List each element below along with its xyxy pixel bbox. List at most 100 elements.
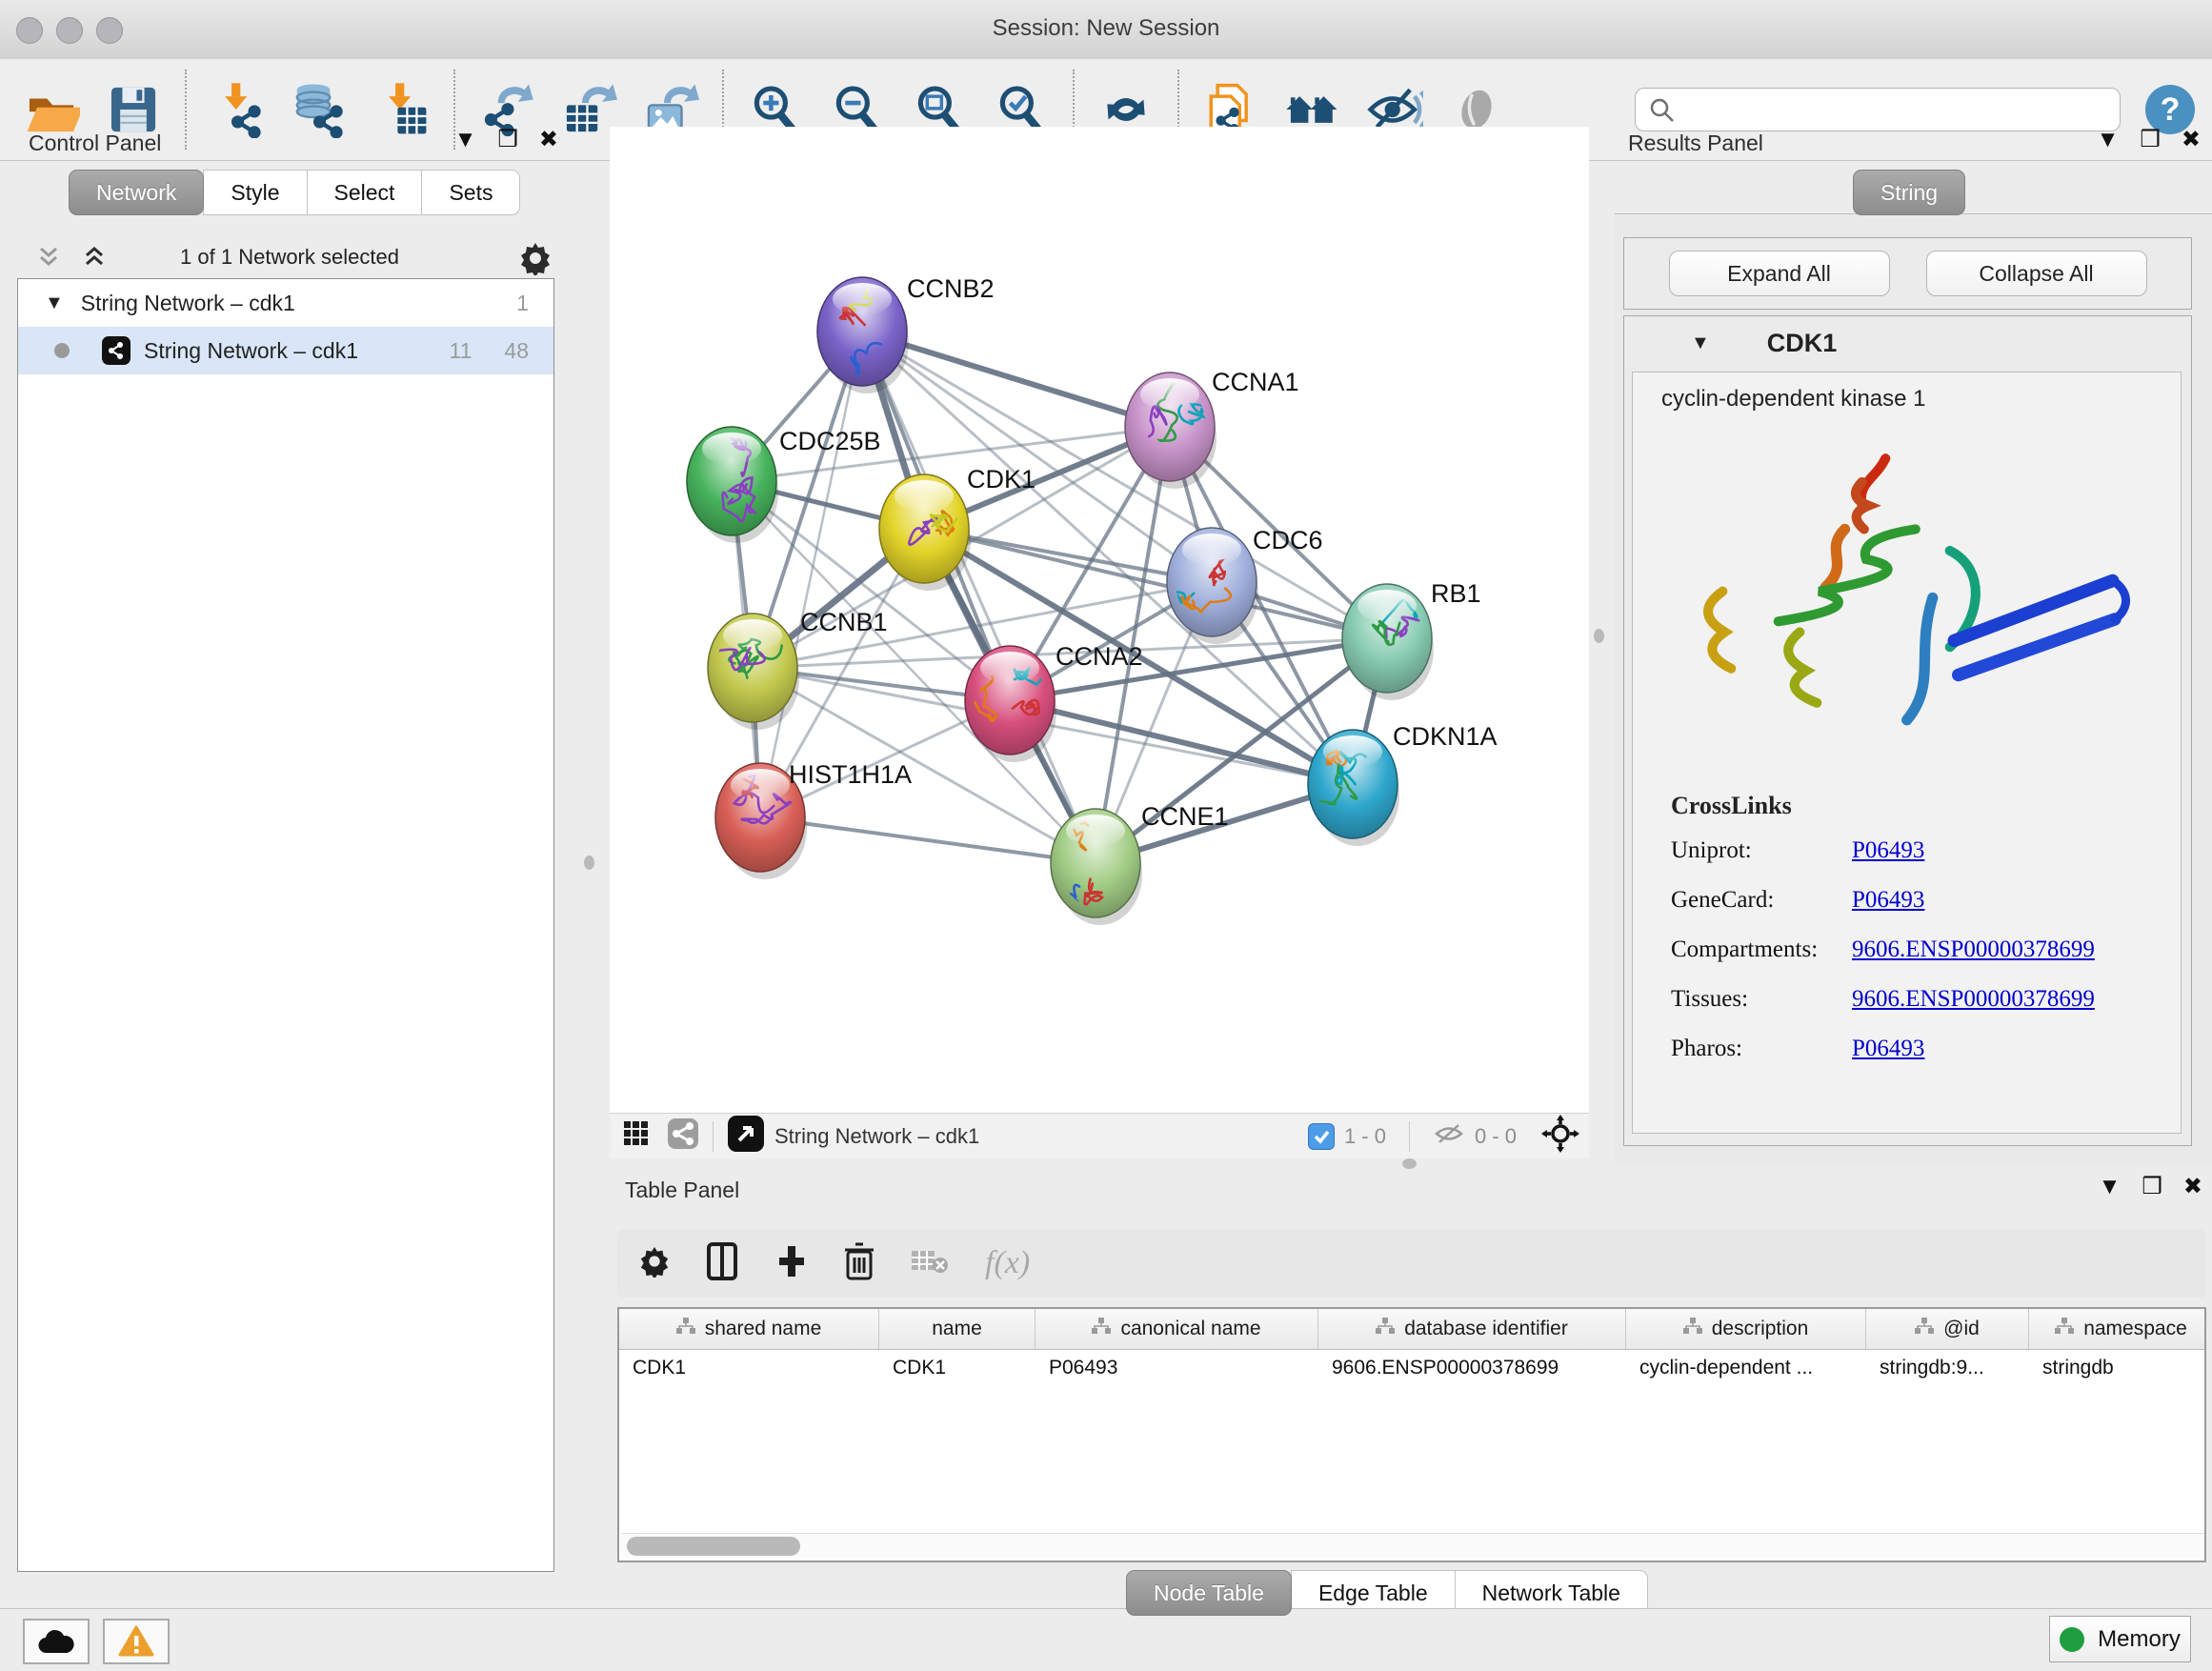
control-panel: Control Panel ▼ ❒ ✖ NetworkStyleSelectSe… (8, 127, 572, 1577)
column-header-name[interactable]: name (879, 1309, 1036, 1349)
column-tree-icon (1683, 1318, 1702, 1340)
hidden-node-edge-counts: 0 - 0 (1475, 1124, 1517, 1149)
cell-canonical-name[interactable]: P06493 (1036, 1350, 1318, 1386)
panel-menu-icon[interactable]: ▼ (454, 129, 477, 151)
bottom-splitter-handle[interactable] (1402, 1158, 1417, 1169)
tab-sets[interactable]: Sets (421, 170, 520, 215)
cell-description[interactable]: cyclin-dependent ... (1626, 1350, 1866, 1386)
warnings-button[interactable] (103, 1619, 170, 1664)
panel-close-icon[interactable]: ✖ (539, 129, 558, 151)
cell-name[interactable]: CDK1 (879, 1350, 1036, 1386)
right-splitter-handle[interactable] (1594, 629, 1604, 643)
column-header-shared-name[interactable]: shared name (619, 1309, 879, 1349)
panel-float-icon[interactable]: ❒ (2140, 129, 2161, 151)
tab-select[interactable]: Select (307, 170, 423, 215)
network-options-gear-icon[interactable] (518, 241, 553, 280)
control-panel-title: Control Panel (29, 131, 161, 156)
cell-shared-name[interactable]: CDK1 (619, 1350, 879, 1386)
crosslink-link[interactable]: P06493 (1852, 837, 1924, 864)
crosslink-link[interactable]: P06493 (1852, 1036, 1924, 1062)
table-row[interactable]: CDK1CDK1P064939606.ENSP00000378699cyclin… (619, 1350, 2204, 1386)
panel-close-icon[interactable]: ✖ (2182, 129, 2201, 151)
grid-view-icon[interactable] (623, 1120, 650, 1153)
edge-CCNB2-HIST1H1A[interactable] (760, 332, 862, 817)
node-label-HIST1H1A: HIST1H1A (789, 760, 912, 789)
selected-checkbox-icon[interactable] (1308, 1123, 1335, 1150)
status-bar: Memory (0, 1608, 2212, 1671)
network-name: String Network – cdk1 (144, 338, 358, 364)
node-CDKN1A[interactable]: CDKN1A (1308, 722, 1498, 846)
edge-HIST1H1A-CCNE1[interactable] (760, 817, 1096, 863)
search-input[interactable] (1635, 88, 2121, 131)
network-list-header: 1 of 1 Network selected (8, 239, 572, 277)
node-CDC25B[interactable]: CDC25B (687, 427, 881, 543)
crosslink-link[interactable]: 9606.ENSP00000378699 (1852, 936, 2095, 963)
node-label-CCNA2: CCNA2 (1056, 642, 1143, 671)
memory-status-dot-icon (2060, 1627, 2084, 1652)
table-options-gear-icon[interactable] (638, 1245, 671, 1282)
tab-node-table[interactable]: Node Table (1126, 1570, 1292, 1616)
crosslink-link[interactable]: 9606.ENSP00000378699 (1852, 986, 2095, 1013)
left-splitter-handle[interactable] (584, 856, 594, 870)
column-header-description[interactable]: description (1626, 1309, 1866, 1349)
delete-table-icon (911, 1247, 949, 1280)
table-hscrollbar-thumb[interactable] (627, 1537, 800, 1556)
delete-column-icon[interactable] (844, 1242, 875, 1285)
table-hscrollbar[interactable] (621, 1533, 2206, 1559)
cloud-button[interactable] (23, 1619, 90, 1664)
collapse-all-button[interactable]: Collapse All (1926, 251, 2147, 296)
column-header-database-identifier[interactable]: database identifier (1318, 1309, 1626, 1349)
node-CCNB1[interactable]: CCNB1 (708, 608, 888, 730)
network-collection-row[interactable]: ▼ String Network – cdk1 1 (18, 279, 553, 327)
node-CDK1[interactable]: CDK1 (879, 465, 1036, 591)
node-HIST1H1A[interactable]: HIST1H1A (715, 760, 912, 879)
network-list: ▼ String Network – cdk1 1 String Network… (17, 278, 554, 1572)
panel-menu-icon[interactable]: ▼ (2099, 1176, 2122, 1198)
birds-eye-view-icon[interactable] (727, 1115, 765, 1158)
tab-network[interactable]: Network (69, 170, 204, 215)
memory-button[interactable]: Memory (2049, 1616, 2191, 1662)
network-share-icon[interactable] (667, 1117, 699, 1156)
column-header-@id[interactable]: @id (1866, 1309, 2029, 1349)
panel-close-icon[interactable]: ✖ (2183, 1176, 2202, 1198)
column-header-canonical-name[interactable]: canonical name (1036, 1309, 1318, 1349)
network-view-panel: CCNB2CCNA1CDC25BCDK1CDC6RB1CCNB1CCNA2CDK… (610, 127, 1589, 1158)
cell-database-identifier[interactable]: 9606.ENSP00000378699 (1318, 1350, 1626, 1386)
show-columns-icon[interactable] (707, 1242, 739, 1285)
node-CCNE1[interactable]: CCNE1 (1051, 802, 1229, 925)
node-CCNA1[interactable]: CCNA1 (1125, 368, 1299, 489)
node-highlight (1323, 735, 1382, 768)
expand-all-button[interactable]: Expand All (1669, 251, 1890, 296)
results-panel: Results Panel ▼ ❒ ✖ String Expand All Co… (1615, 127, 2212, 1164)
crosslink-link[interactable]: P06493 (1852, 887, 1924, 914)
collection-expander-icon[interactable]: ▼ (45, 292, 64, 314)
tab-string[interactable]: String (1853, 170, 1965, 215)
node-highlight (980, 652, 1039, 684)
column-label: @id (1943, 1318, 1980, 1340)
string-network-icon (102, 336, 131, 365)
table-toolbar: f(x) (617, 1229, 2206, 1298)
node-label-CCNB2: CCNB2 (907, 274, 995, 303)
cell-@id[interactable]: stringdb:9... (1866, 1350, 2029, 1386)
node-table: shared namenamecanonical namedatabase id… (617, 1307, 2206, 1562)
protein-name: CDK1 (1767, 329, 1838, 358)
node-RB1[interactable]: RB1 (1342, 579, 1481, 700)
tab-style[interactable]: Style (203, 170, 307, 215)
column-header-namespace[interactable]: namespace (2029, 1309, 2206, 1349)
panel-float-icon[interactable]: ❒ (497, 129, 518, 151)
table-panel: Table Panel ▼ ❒ ✖ f(x) shared (617, 1174, 2212, 1614)
cell-namespace[interactable]: stringdb (2029, 1350, 2206, 1386)
node-label-RB1: RB1 (1431, 579, 1481, 608)
network-row[interactable]: String Network – cdk1 11 48 (18, 327, 553, 374)
protein-expander-icon[interactable]: ▼ (1691, 332, 1710, 354)
column-tree-icon (676, 1318, 695, 1340)
create-column-icon[interactable] (775, 1242, 808, 1285)
crosslink-label: Uniprot: (1671, 837, 1852, 864)
panel-float-icon[interactable]: ❒ (2142, 1176, 2162, 1198)
pan-crosshair-icon[interactable] (1541, 1115, 1579, 1158)
string-results-body: Expand All Collapse All ▼ CDK1 cyclin-de… (1615, 213, 2212, 1165)
crosslinks-title: CrossLinks (1671, 792, 2095, 820)
table-panel-title: Table Panel (625, 1178, 739, 1203)
panel-menu-icon[interactable]: ▼ (2097, 129, 2120, 151)
network-canvas[interactable]: CCNB2CCNA1CDC25BCDK1CDC6RB1CCNB1CCNA2CDK… (610, 127, 1589, 1113)
